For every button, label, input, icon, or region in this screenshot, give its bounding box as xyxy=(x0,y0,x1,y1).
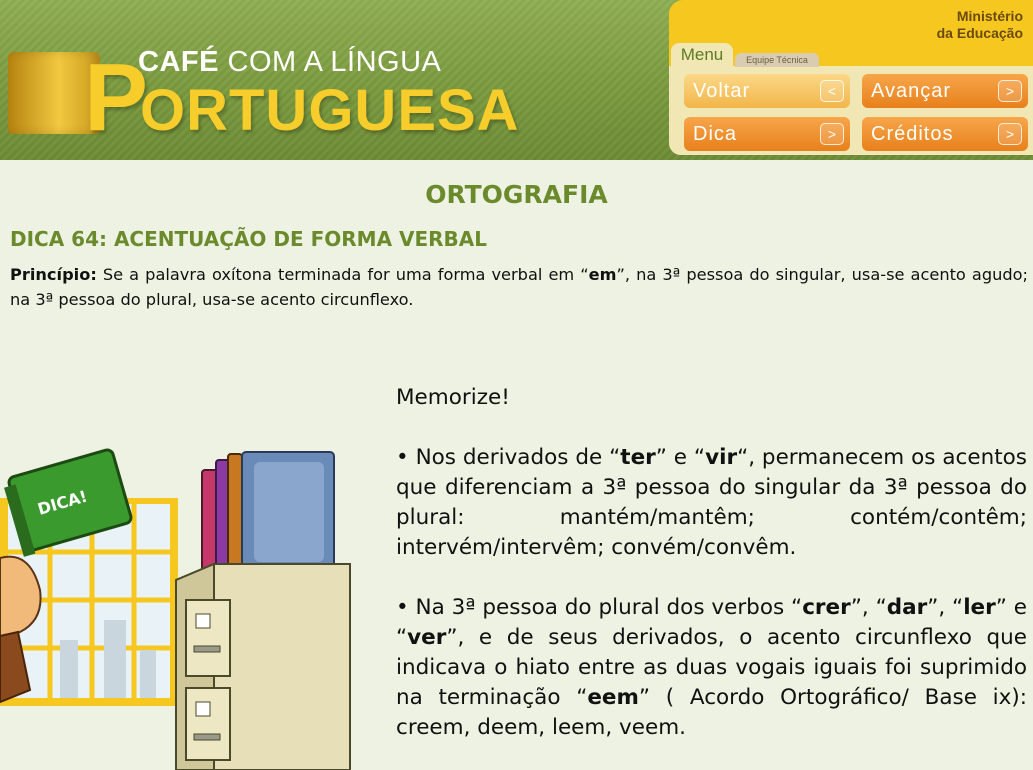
p1-vir: vir xyxy=(705,445,738,470)
p1-part-b: ” e “ xyxy=(655,445,706,470)
illustration: DICA! xyxy=(0,448,351,770)
chevron-right-icon: > xyxy=(998,80,1022,102)
chevron-right-icon: > xyxy=(820,123,844,145)
p2-eem: eem xyxy=(587,685,639,710)
tip-paragraph-2: • Na 3ª pessoa do plural dos verbos “cre… xyxy=(396,593,1027,743)
principle-em: em xyxy=(588,265,617,284)
tab-equipe-tecnica[interactable]: Equipe Técnica xyxy=(735,53,819,67)
brand-name: ORTUGUESA xyxy=(140,78,520,143)
principle-text: Princípio: Se a palavra oxítona terminad… xyxy=(10,262,1028,312)
tab-menu[interactable]: Menu xyxy=(671,43,733,67)
p2-part-b: ”, “ xyxy=(850,595,887,620)
p1-ter: ter xyxy=(620,445,656,470)
p2-dar: dar xyxy=(886,595,928,620)
tip-button[interactable]: Dica > xyxy=(684,117,850,151)
tip-button-label: Dica xyxy=(693,123,738,145)
page-subtitle: DICA 64: ACENTUAÇÃO DE FORMA VERBAL xyxy=(10,227,488,251)
ministry-line2: da Educação xyxy=(936,25,1023,41)
books-stack-icon xyxy=(201,451,335,571)
p2-ler: ler xyxy=(963,595,996,620)
chevron-right-icon: > xyxy=(998,123,1022,145)
brand-tagline-rest: COM A LÍNGUA xyxy=(218,46,442,78)
filing-cabinet-icon xyxy=(175,562,351,770)
p2-crer: crer xyxy=(802,595,851,620)
tip-content: Memorize! • Nos derivados de “ter” e “vi… xyxy=(396,383,1027,743)
credits-button-label: Créditos xyxy=(871,123,954,145)
brand-tagline-bold: CAFÉ xyxy=(138,46,219,78)
principle-part-a: Se a palavra oxítona terminada for uma f… xyxy=(96,265,589,284)
back-button[interactable]: Voltar < xyxy=(684,74,850,108)
forward-button-label: Avançar xyxy=(871,80,952,102)
back-button-label: Voltar xyxy=(693,80,751,102)
page-title: ORTOGRAFIA xyxy=(425,180,608,209)
p1-part-a: • Nos derivados de “ xyxy=(396,445,621,470)
principle-label: Princípio: xyxy=(10,265,97,284)
p2-part-a: • Na 3ª pessoa do plural dos verbos “ xyxy=(396,595,803,620)
chevron-left-icon: < xyxy=(820,80,844,102)
tip-paragraph-1: • Nos derivados de “ter” e “vir“, perman… xyxy=(396,443,1027,563)
memorize-heading: Memorize! xyxy=(396,385,510,410)
ministry-logo: Ministério da Educação xyxy=(937,8,1023,42)
ministry-line1: Ministério xyxy=(956,8,1023,24)
brand-tagline: CAFÉ COM A LÍNGUA xyxy=(138,46,441,79)
p2-part-c: ”, “ xyxy=(927,595,964,620)
forward-button[interactable]: Avançar > xyxy=(862,74,1028,108)
credits-button[interactable]: Créditos > xyxy=(862,117,1028,151)
p2-ver: ver xyxy=(407,625,447,650)
